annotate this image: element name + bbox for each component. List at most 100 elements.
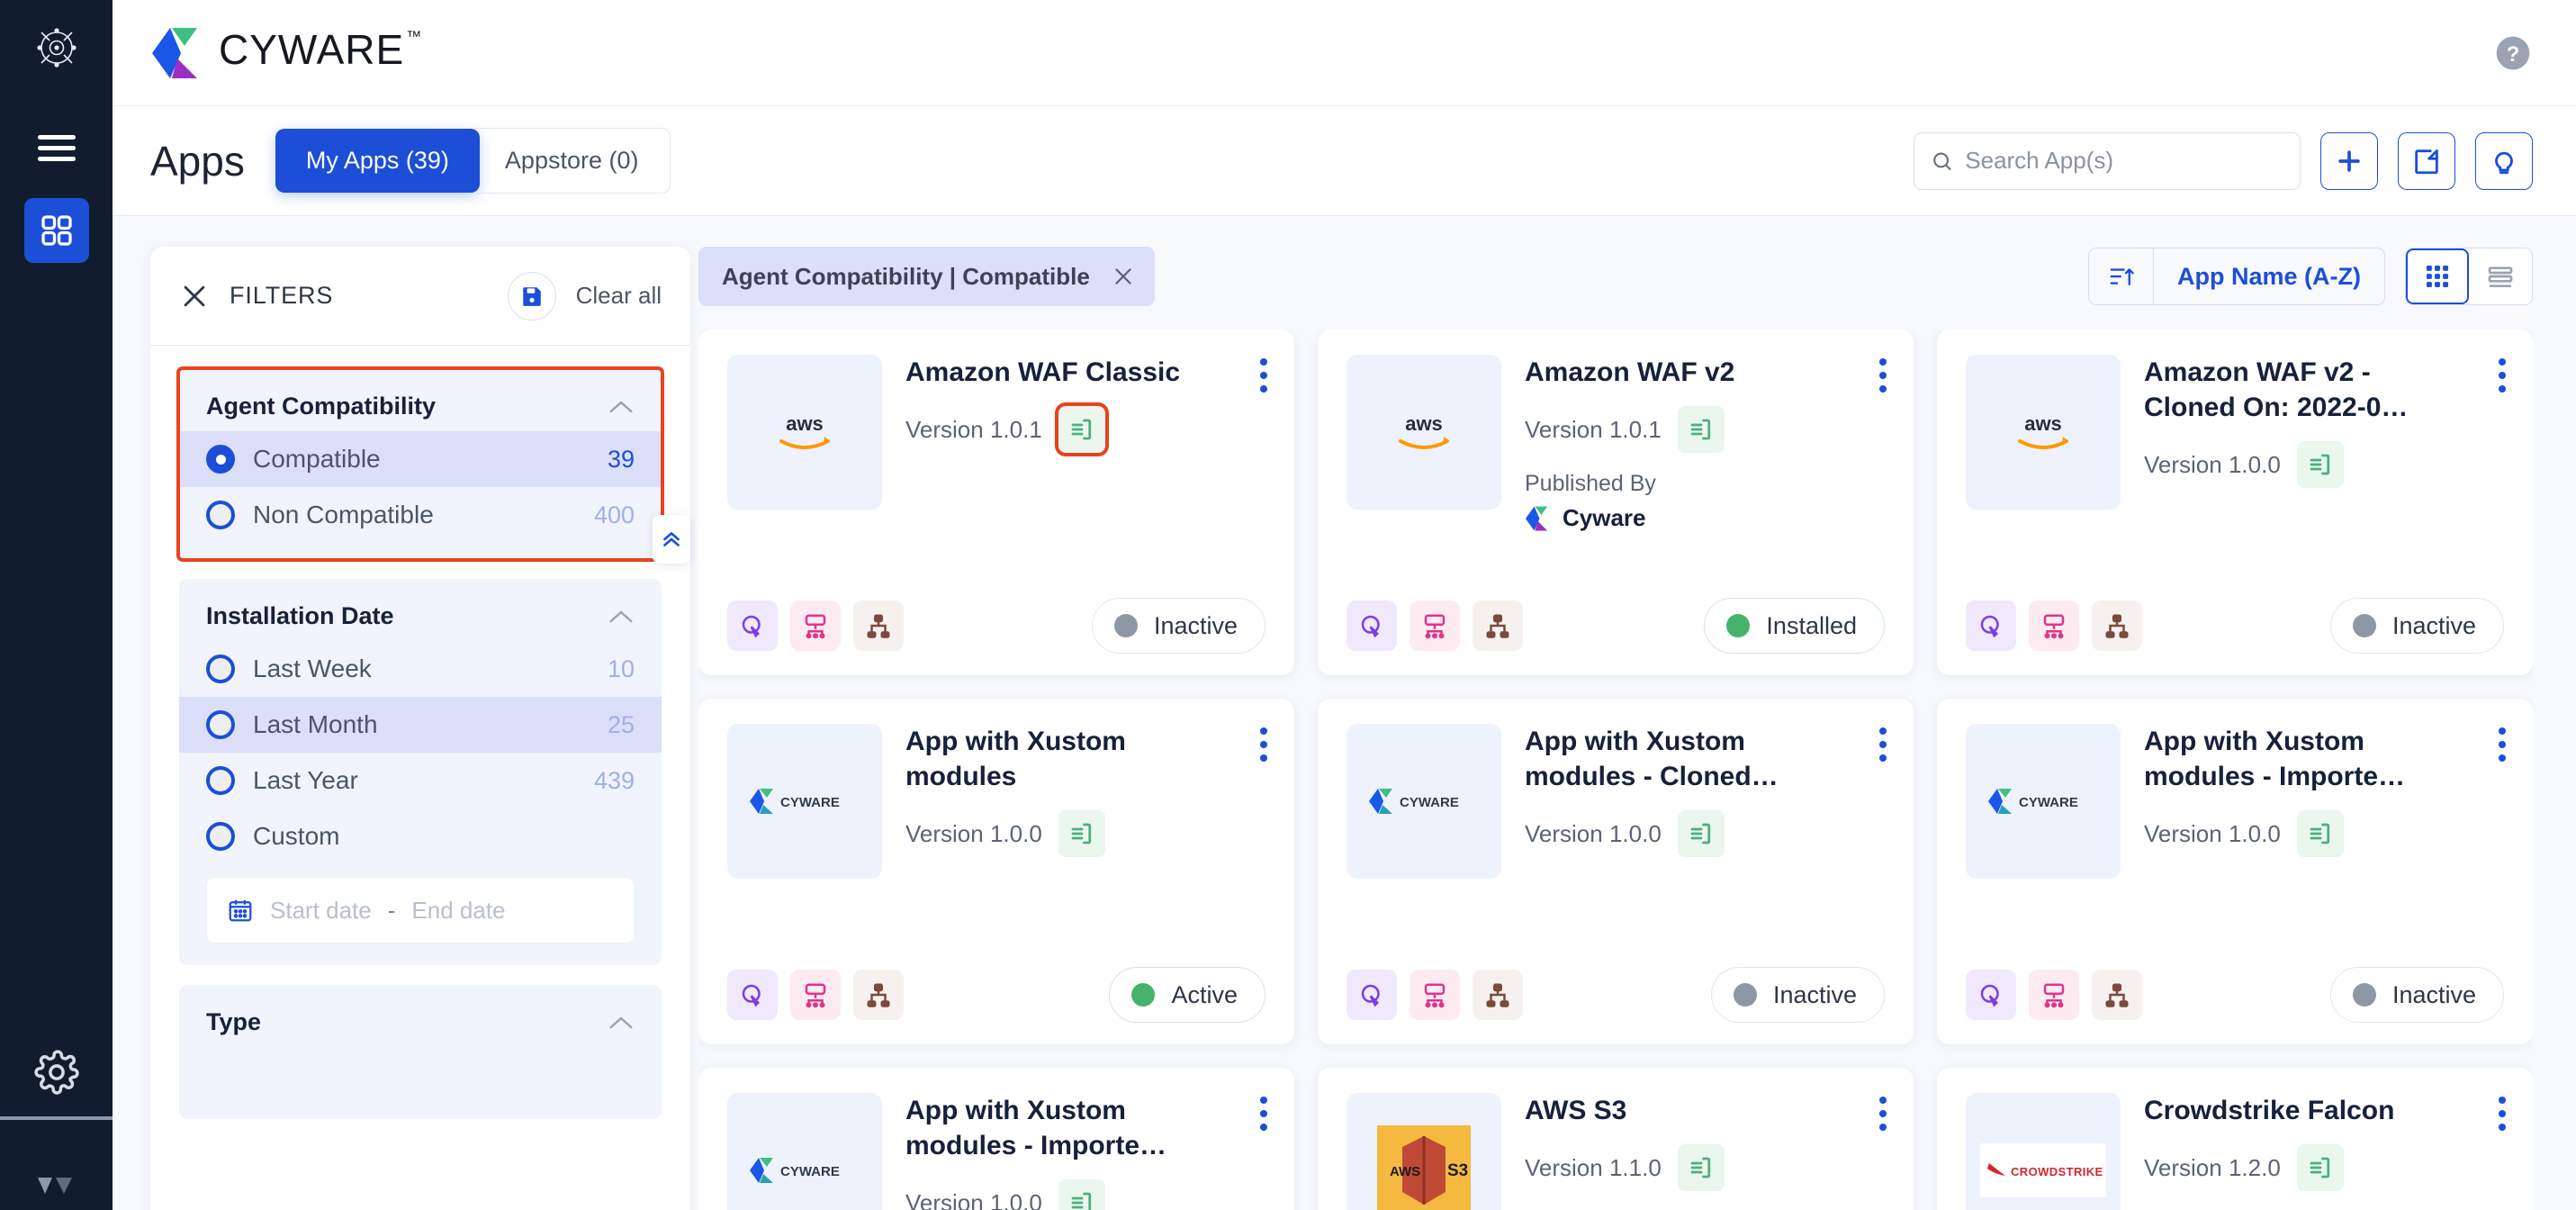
filter-group-title: Installation Date [206,602,394,629]
card-menu-button[interactable] [2499,358,2506,393]
playbook-icon[interactable] [790,600,841,651]
playbook-icon[interactable] [1410,600,1460,651]
status-label: Inactive [2391,611,2476,639]
import-app-button[interactable] [2398,131,2455,190]
card-footer: Inactive [1347,967,1885,1023]
tab-appstore[interactable]: Appstore (0) [473,128,671,194]
app-card[interactable]: aws Amazon WAF v2 - Cloned On: 2022-0… V… [1937,330,2533,675]
end-date-input[interactable]: End date [411,897,505,925]
filter-group-header[interactable]: Agent Compatibility [179,393,662,431]
cursor-target-icon[interactable] [1966,970,2016,1020]
filter-group-header[interactable]: Installation Date [179,602,662,641]
card-menu-button[interactable] [1260,727,1267,762]
card-menu-button[interactable] [1879,727,1887,762]
card-menu-button[interactable] [1260,1097,1267,1131]
filter-option-label: Custom [253,822,340,850]
app-version: Version 1.0.1 [1525,415,1662,443]
workflow-icon[interactable] [853,970,904,1020]
cursor-target-icon[interactable] [1966,600,2016,651]
clear-all-button[interactable]: Clear all [576,282,662,310]
sidebar-item-settings[interactable] [0,1050,113,1095]
app-card[interactable]: aws Amazon WAF Classic Version 1.0.1 Ina… [698,330,1294,675]
sort-control: App Name (A-Z) [2088,248,2385,305]
filter-option-non-compatible[interactable]: Non Compatible 400 [179,487,662,543]
app-card[interactable]: AWS S3 AWS S3 Version 1.1.0 [1318,1068,1914,1210]
app-version: Version 1.0.0 [2144,819,2281,847]
filter-option-custom[interactable]: Custom [179,808,662,864]
date-range-picker[interactable]: Start date - End date [206,877,635,944]
collapse-filters-button[interactable] [653,515,690,564]
status-dot [1726,614,1751,637]
filter-option-compatible[interactable]: Compatible 39 [179,431,662,487]
app-card[interactable]: aws Amazon WAF v2 Version 1.0.1 Publishe… [1318,330,1914,675]
save-filter-button[interactable] [507,271,556,321]
app-card[interactable]: CYWARE App with Xustom modules - Importe… [698,1068,1294,1210]
playbook-icon[interactable] [790,970,841,1020]
cursor-target-icon[interactable] [727,600,778,651]
search-box[interactable] [1914,131,2301,190]
workflow-icon[interactable] [853,600,904,651]
page-header: Apps My Apps (39) Appstore (0) [113,106,2576,216]
close-icon[interactable] [179,281,210,312]
playbook-icon[interactable] [2029,600,2079,651]
filter-group-header[interactable]: Type [179,1008,662,1047]
card-top: aws Amazon WAF Classic Version 1.0.1 [727,355,1265,510]
status-badge: Inactive [2329,967,2504,1023]
active-filter-chip[interactable]: Agent Compatibility | Compatible [698,247,1155,306]
workflow-icon[interactable] [2092,600,2142,651]
add-app-button[interactable] [2320,131,2378,190]
playbook-icon[interactable] [2029,970,2079,1020]
card-menu-button[interactable] [1879,1097,1887,1131]
status-badge: Installed [1704,598,1885,654]
sort-direction-button[interactable] [2089,248,2154,304]
filter-option-last-year[interactable]: Last Year 439 [179,753,662,808]
app-card[interactable]: CROWDSTRIKE Crowdstrike Falcon Version 1… [1937,1068,2533,1210]
close-icon[interactable] [1112,265,1135,288]
hamburger-menu-icon[interactable] [29,128,85,167]
app-card[interactable]: CYWARE App with Xustom modules - Importe… [1937,699,2533,1044]
main-area: CYWARE ™ ? Apps My Apps (39) Appstore (0… [113,0,2576,1210]
filter-option-last-week[interactable]: Last Week 10 [179,641,662,697]
cursor-target-icon[interactable] [1347,600,1397,651]
playbook-icon[interactable] [1410,970,1460,1020]
aws-s3-logo-icon: AWS S3 [1377,1125,1471,1210]
sort-field-label[interactable]: App Name (A-Z) [2154,263,2384,291]
filter-group-installation-date: Installation Date Last Week 10 Last Mont… [179,579,662,965]
app-name: App with Xustom modules - Importe… [2144,727,2406,791]
cursor-target-icon[interactable] [1347,970,1397,1020]
filter-group-type: Type [179,985,662,1119]
filters-header: FILTERS Clear all [150,247,690,346]
brand-wordmark: CYWARE [219,25,405,73]
app-card[interactable]: CYWARE App with Xustom modules - Cloned…… [1318,699,1914,1044]
brand-logo[interactable]: CYWARE ™ [150,26,421,80]
grid-view-button[interactable] [2406,248,2469,304]
card-menu-button[interactable] [1879,358,1887,393]
start-date-input[interactable]: Start date [270,897,372,925]
cursor-target-icon[interactable] [727,970,778,1020]
app-logo: CROWDSTRIKE [1966,1093,2121,1210]
card-menu-button[interactable] [2499,1097,2506,1131]
sidebar-item-apps[interactable] [23,198,89,263]
app-root: CYWARE ™ ? Apps My Apps (39) Appstore (0… [0,0,2576,1210]
card-menu-button[interactable] [1260,358,1267,393]
workflow-icon[interactable] [1473,600,1523,651]
list-view-button[interactable] [2469,248,2532,304]
card-menu-button[interactable] [2499,727,2506,762]
filter-option-last-month[interactable]: Last Month 25 [179,697,662,753]
app-card[interactable]: CYWARE App with Xustom modules Version 1… [698,699,1294,1044]
filter-option-label: Compatible [253,445,381,473]
app-name: Amazon WAF Classic [905,357,1181,387]
radio-compatible [206,445,235,474]
card-info: App with Xustom modules - Cloned… Versio… [1525,724,1885,879]
cyware-mark-icon[interactable] [29,20,85,76]
svg-text:aws: aws [786,412,824,435]
module-icons [727,600,904,651]
card-top: CYWARE App with Xustom modules - Importe… [1966,724,2504,879]
tab-my-apps[interactable]: My Apps (39) [275,129,480,193]
version-row: Version 1.1.0 [1525,1144,1847,1191]
workflow-icon[interactable] [1473,970,1523,1020]
help-circle-icon[interactable]: ? [2493,33,2533,73]
ideas-button[interactable] [2475,131,2533,190]
workflow-icon[interactable] [2092,970,2142,1020]
search-input[interactable] [1965,147,2283,175]
